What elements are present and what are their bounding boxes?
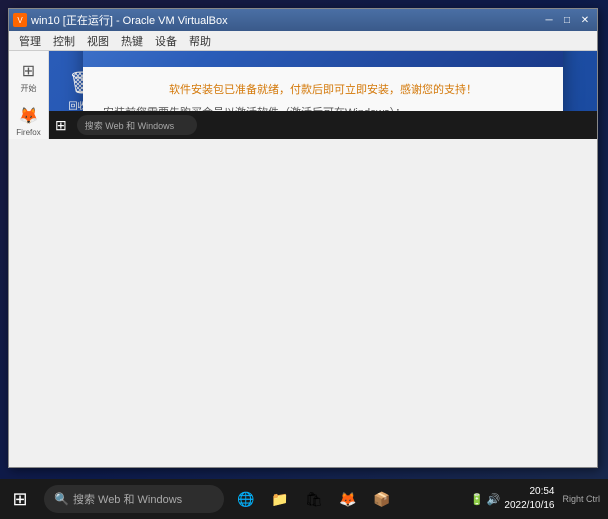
vbox-icon: V [13,13,27,27]
window-title: win10 [正在运行] - Oracle VM VirtualBox [31,12,541,28]
menubar: 管理 控制 视图 热键 设备 帮助 [9,31,597,51]
vm-content: ⊞ 开始 🦊 Firefox 🗑 回收站 🌐 [9,51,597,139]
virtualbox-window: V win10 [正在运行] - Oracle VM VirtualBox ─ … [8,8,598,468]
sidebar: ⊞ 开始 🦊 Firefox [9,51,49,139]
network-icon: 🔋 [470,493,484,506]
window-controls: ─ □ ✕ [541,13,593,27]
menu-view[interactable]: 视图 [81,31,115,50]
taskbar-store-icon[interactable]: 🛍 [300,485,328,513]
dialog-banner: Vscode 官方正版安装中心 安全·稳定·高效·可靠 支持Win7、Win10… [83,51,563,67]
desktop: V win10 [正在运行] - Oracle VM VirtualBox ─ … [0,0,608,519]
right-ctrl-label: Right Ctrl [562,494,600,504]
taskbar-firefox-icon[interactable]: 🦊 [334,485,362,513]
window-titlebar: V win10 [正在运行] - Oracle VM VirtualBox ─ … [9,9,597,31]
host-taskbar: ⊞ 🔍 搜索 Web 和 Windows 🌐 📁 🛍 🦊 📦 🔋 🔊 20:54… [0,479,608,519]
taskbar-search-box[interactable]: 🔍 搜索 Web 和 Windows [44,485,224,513]
vm-screen[interactable]: 🗑 回收站 🌐 Firefox V [49,51,597,139]
close-button[interactable]: ✕ [577,13,593,27]
minimize-button[interactable]: ─ [541,13,557,27]
sidebar-item-start[interactable]: ⊞ 开始 [11,59,47,95]
inner-taskbar: ⊞ 搜索 Web 和 Windows [49,111,597,139]
maximize-button[interactable]: □ [559,13,575,27]
sidebar-item-firefox[interactable]: 🦊 Firefox [11,103,47,139]
inner-search[interactable]: 搜索 Web 和 Windows [77,115,197,135]
taskbar-search-text: 搜索 Web 和 Windows [73,491,182,507]
menu-help[interactable]: 帮助 [183,31,217,50]
taskbar-sys-icons: 🔋 🔊 [470,493,500,506]
menu-devices[interactable]: 设备 [149,31,183,50]
notice-text: 软件安装包已准备就绪，付款后即可立即安装，感谢您的支持！ [103,81,543,97]
firefox-icon: 🦊 [19,106,39,126]
inner-start-icon[interactable]: ⊞ [49,117,73,134]
inner-desktop: 🗑 回收站 🌐 Firefox V [49,51,597,139]
inner-search-text: 搜索 Web 和 Windows [85,119,174,132]
taskbar-time: 20:54 2022/10/16 [504,485,554,513]
menu-hotkey[interactable]: 热键 [115,31,149,50]
volume-icon: 🔊 [487,493,501,506]
taskbar-right: 🔋 🔊 20:54 2022/10/16 Right Ctrl [470,485,608,513]
menu-control[interactable]: 控制 [47,31,81,50]
time-display: 20:54 [504,485,554,499]
sidebar-label-firefox: Firefox [16,128,40,137]
taskbar-edge-icon[interactable]: 🌐 [232,485,260,513]
taskbar-explorer-icon[interactable]: 📁 [266,485,294,513]
menu-manage[interactable]: 管理 [13,31,47,50]
date-display: 2022/10/16 [504,499,554,513]
taskbar-start-button[interactable]: ⊞ [0,479,40,519]
sidebar-label-start: 开始 [21,83,37,94]
taskbar-icons: 🌐 📁 🛍 🦊 📦 [232,485,396,513]
start-icon: ⊞ [22,61,35,81]
taskbar-extra-icon[interactable]: 📦 [368,485,396,513]
